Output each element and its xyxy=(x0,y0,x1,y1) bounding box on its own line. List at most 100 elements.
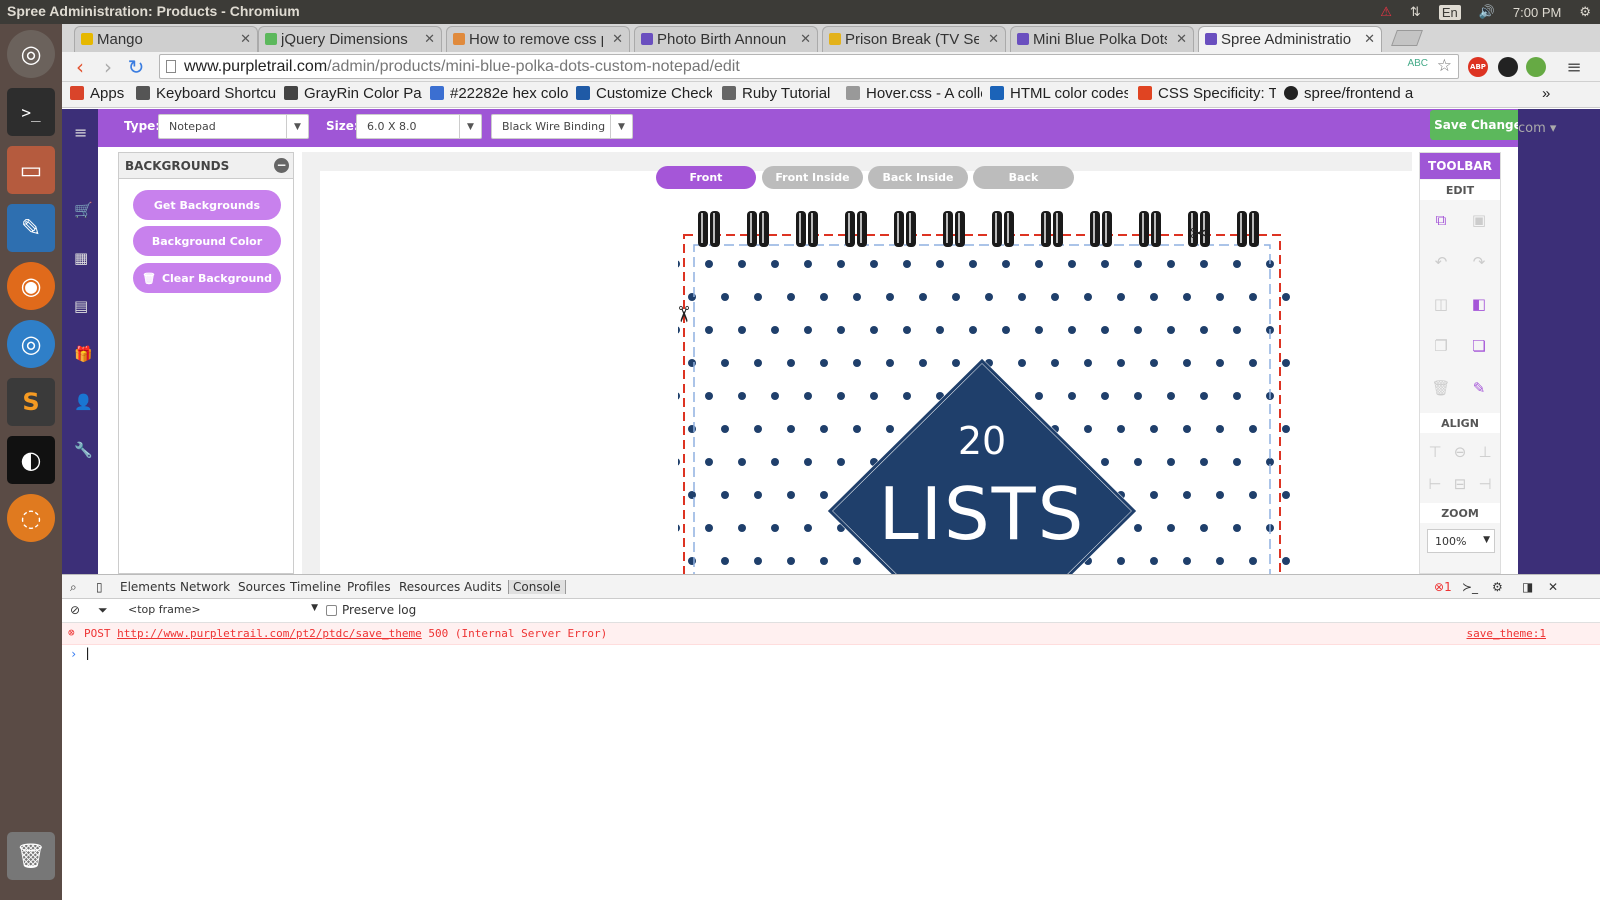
inkscape-icon[interactable]: ◐ xyxy=(7,436,55,484)
close-tab-icon[interactable]: ✕ xyxy=(800,31,811,47)
bookmark-keyboard[interactable]: Keyboard Shortcu xyxy=(136,85,278,102)
ubuntu-dash-icon[interactable]: ◎ xyxy=(7,30,55,78)
align-top-icon[interactable]: ⊤ xyxy=(1426,443,1444,461)
chromium-icon[interactable]: ◎ xyxy=(7,320,55,368)
menu-icon[interactable]: ≡ xyxy=(1562,55,1586,79)
bookmark-customize-check[interactable]: Customize Check xyxy=(576,85,712,102)
color-picker-extension-icon[interactable] xyxy=(1498,57,1518,77)
bookmark-star-icon[interactable]: ☆ xyxy=(1437,56,1452,76)
close-tab-icon[interactable]: ✕ xyxy=(1176,31,1187,47)
tab-photo-birth[interactable]: Photo Birth Announ ✕ xyxy=(634,26,818,52)
reload-icon[interactable]: ↻ xyxy=(124,55,148,79)
align-bottom-icon[interactable]: ⊥ xyxy=(1476,443,1494,461)
clear-console-icon[interactable]: ⊘ xyxy=(70,603,80,617)
tab-resources[interactable]: Resources xyxy=(399,580,460,594)
tab-jquery-dimensions[interactable]: jQuery Dimensions ✕ xyxy=(258,26,442,52)
bring-forward-icon[interactable]: ◧ xyxy=(1470,295,1488,313)
dock-side-icon[interactable]: ◨ xyxy=(1522,580,1533,594)
error-url-link[interactable]: http://www.purpletrail.com/pt2/ptdc/save… xyxy=(117,627,422,640)
tab-audits[interactable]: Audits xyxy=(464,580,502,594)
tab-mini-blue-polka[interactable]: Mini Blue Polka Dots ✕ xyxy=(1010,26,1194,52)
delete-icon[interactable]: 🗑 xyxy=(1431,379,1450,397)
network-icon[interactable]: ⇅ xyxy=(1410,4,1421,20)
document-icon[interactable]: ▤ xyxy=(74,297,90,315)
extension-icon[interactable] xyxy=(1526,57,1546,77)
size-select[interactable]: 6.0 X 8.0 ▼ xyxy=(356,114,482,139)
wrench-icon[interactable]: 🔧 xyxy=(74,441,93,459)
back-arrow-icon[interactable]: ‹ xyxy=(68,55,92,79)
clear-background-button[interactable]: 🗑 Clear Background xyxy=(133,263,281,293)
bookmark-hex-color[interactable]: #22282e hex colo xyxy=(430,85,568,102)
tab-prison-break[interactable]: Prison Break (TV Ser ✕ xyxy=(822,26,1006,52)
tab-timeline[interactable]: Timeline xyxy=(290,580,341,594)
user-icon[interactable]: 👤 xyxy=(74,393,93,411)
notepad-design-canvas[interactable]: ✂ ✂ 20 LISTS xyxy=(676,211,1292,574)
address-bar[interactable]: www.purpletrail.com/admin/products/mini-… xyxy=(159,54,1459,79)
close-tab-icon[interactable]: ✕ xyxy=(1364,31,1375,47)
cart-icon[interactable]: 🛒 xyxy=(74,201,93,219)
close-tab-icon[interactable]: ✕ xyxy=(240,31,251,47)
sublime-text-icon[interactable]: S xyxy=(7,378,55,426)
clock[interactable]: 7:00 PM xyxy=(1513,5,1561,20)
volume-icon[interactable]: 🔊 xyxy=(1479,4,1495,20)
gift-icon[interactable]: 🎁 xyxy=(74,345,93,363)
terminal-icon[interactable]: >_ xyxy=(7,88,55,136)
file-manager-icon[interactable]: ▭ xyxy=(7,146,55,194)
type-select[interactable]: Notepad ▼ xyxy=(158,114,309,139)
settings-gear-icon[interactable]: ⚙ xyxy=(1579,4,1591,20)
devtools-settings-gear-icon[interactable]: ⚙ xyxy=(1492,580,1503,594)
tab-network[interactable]: Network xyxy=(180,580,230,594)
error-count-badge[interactable]: ⊗1 xyxy=(1434,580,1452,594)
close-tab-icon[interactable]: ✕ xyxy=(988,31,999,47)
paste-icon[interactable]: ▣ xyxy=(1470,211,1488,229)
close-devtools-icon[interactable]: ✕ xyxy=(1548,580,1558,594)
hamburger-menu-icon[interactable]: ≡ xyxy=(74,123,90,142)
bookmark-spree-frontend[interactable]: spree/frontend a xyxy=(1284,85,1420,102)
device-mode-icon[interactable]: ▯ xyxy=(96,580,103,594)
bookmark-ruby-tutorial[interactable]: Ruby Tutorial xyxy=(722,85,840,102)
align-center-icon[interactable]: ⊟ xyxy=(1451,475,1469,493)
tab-spree-admin[interactable]: Spree Administratio ✕ xyxy=(1198,26,1382,52)
bookmark-apps[interactable]: Apps xyxy=(70,85,136,102)
tab-profiles[interactable]: Profiles xyxy=(347,580,391,594)
bookmark-html-color[interactable]: HTML color codes xyxy=(990,85,1128,102)
send-backward-icon[interactable]: ◫ xyxy=(1432,295,1450,313)
trash-icon[interactable]: 🗑 xyxy=(7,832,55,880)
get-backgrounds-button[interactable]: Get Backgrounds xyxy=(133,190,281,220)
copy-icon[interactable]: ⧉ xyxy=(1432,211,1450,229)
group-icon[interactable]: ❏ xyxy=(1470,337,1488,355)
blender-icon[interactable]: ◌ xyxy=(7,494,55,542)
new-tab-button[interactable] xyxy=(1391,30,1423,46)
redo-icon[interactable]: ↷ xyxy=(1470,253,1488,271)
adblock-icon[interactable]: ABP xyxy=(1468,57,1488,77)
tab-remove-css[interactable]: How to remove css p ✕ xyxy=(446,26,630,52)
duplicate-icon[interactable]: ❐ xyxy=(1432,337,1450,355)
align-middle-icon[interactable]: ⊖ xyxy=(1451,443,1469,461)
align-left-icon[interactable]: ⊢ xyxy=(1426,475,1444,493)
undo-icon[interactable]: ↶ xyxy=(1432,253,1450,271)
close-tab-icon[interactable]: ✕ xyxy=(424,31,435,47)
tab-console[interactable]: Console xyxy=(508,580,566,594)
firefox-icon[interactable]: ◉ xyxy=(7,262,55,310)
preserve-log-checkbox[interactable] xyxy=(326,605,337,616)
background-color-button[interactable]: Background Color xyxy=(133,226,281,256)
forward-arrow-icon[interactable]: › xyxy=(96,55,120,79)
bookmark-css-specificity[interactable]: CSS Specificity: Th xyxy=(1138,85,1276,102)
align-right-icon[interactable]: ⊣ xyxy=(1476,475,1494,493)
keyboard-layout-indicator[interactable]: En xyxy=(1438,4,1461,20)
tab-front-inside[interactable]: Front Inside xyxy=(762,166,863,189)
error-source-link[interactable]: save_theme:1 xyxy=(1467,627,1546,640)
frame-select[interactable]: <top frame> ▼ xyxy=(128,603,318,619)
writer-icon[interactable]: ✎ xyxy=(7,204,55,252)
console-prompt[interactable]: › | xyxy=(62,645,1600,665)
dashboard-grid-icon[interactable]: ▦ xyxy=(74,249,90,267)
console-drawer-icon[interactable]: ≻_ xyxy=(1462,580,1478,594)
bookmark-hover-css[interactable]: Hover.css - A colle xyxy=(846,85,982,102)
eyedropper-icon[interactable]: ✎ xyxy=(1470,379,1488,397)
inspect-search-icon[interactable]: ⌕ xyxy=(70,580,77,595)
filter-funnel-icon[interactable]: ⏷ xyxy=(98,603,108,618)
binding-select[interactable]: Black Wire Binding ▼ xyxy=(491,114,633,139)
tab-mango[interactable]: Mango ✕ xyxy=(74,26,258,52)
spellcheck-icon[interactable]: ABC xyxy=(1407,58,1428,69)
close-tab-icon[interactable]: ✕ xyxy=(612,31,623,47)
